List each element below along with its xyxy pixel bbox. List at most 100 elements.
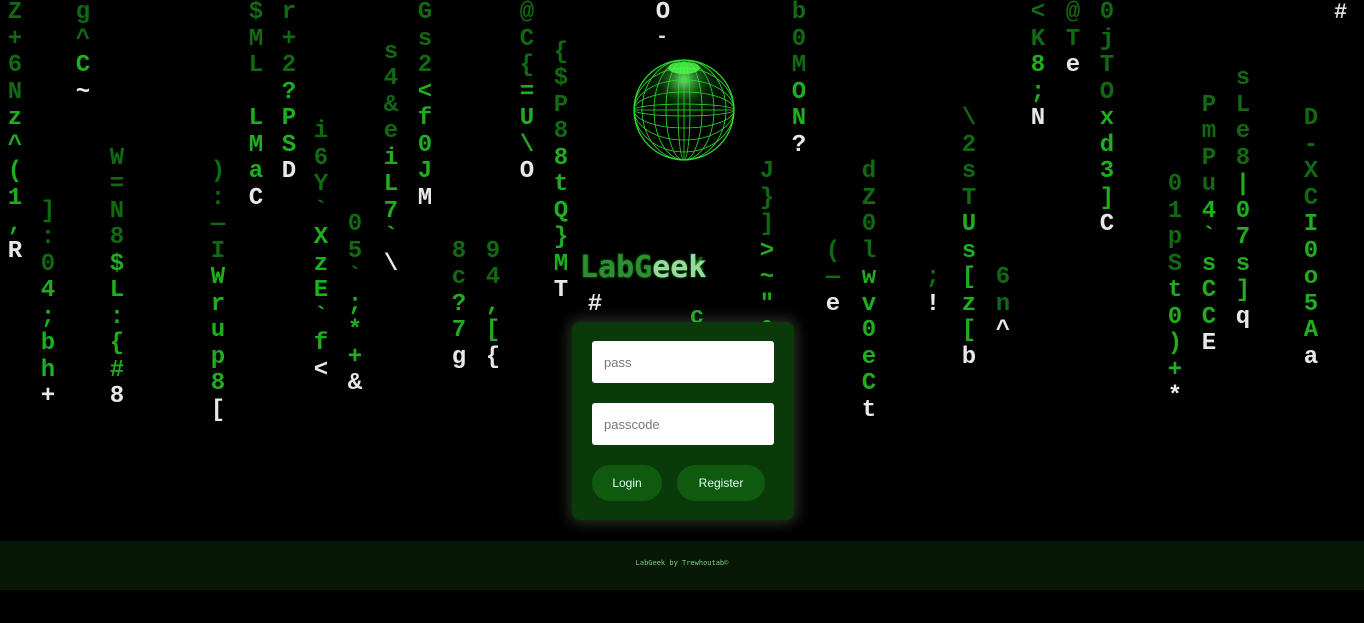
rain-column: g ^ C ~ bbox=[70, 0, 96, 106]
rain-char: { bbox=[519, 52, 535, 79]
rain-char: [ bbox=[961, 317, 977, 344]
rain-char: U bbox=[519, 105, 535, 132]
rain-char: 2 bbox=[417, 52, 433, 79]
pass-input[interactable] bbox=[592, 341, 774, 383]
rain-char: \ bbox=[383, 250, 399, 278]
rain-char: ^ bbox=[75, 25, 91, 53]
rain-char: L bbox=[1235, 91, 1251, 119]
rain-char: f bbox=[313, 330, 329, 358]
rain-char: — bbox=[210, 211, 226, 238]
rain-char: s bbox=[383, 38, 399, 66]
rain-char: I bbox=[1303, 211, 1319, 238]
rain-char: M bbox=[248, 25, 264, 53]
rain-char: L bbox=[248, 105, 264, 132]
rain-char: j bbox=[1099, 25, 1115, 53]
rain-char: ] bbox=[1099, 184, 1115, 212]
top-dash-glyph: - bbox=[656, 26, 669, 49]
rain-char: 6 bbox=[7, 52, 23, 79]
rain-char: P bbox=[1201, 91, 1217, 119]
rain-char: E bbox=[313, 277, 329, 305]
rain-char: ] bbox=[1235, 277, 1251, 305]
rain-char: ~ bbox=[75, 78, 91, 106]
rain-char: ? bbox=[281, 78, 297, 106]
rain-column: 0 j T Ox d 3] C bbox=[1094, 0, 1120, 239]
register-button[interactable]: Register bbox=[677, 465, 765, 501]
rain-char: ? bbox=[791, 131, 807, 159]
rain-char: \ bbox=[519, 131, 535, 159]
rain-char: 8 bbox=[451, 237, 467, 265]
rain-char: ; bbox=[347, 290, 363, 318]
rain-char: 0 bbox=[1099, 0, 1115, 26]
rain-char: C bbox=[248, 184, 264, 212]
rain-char: t bbox=[861, 396, 877, 424]
rain-char: g bbox=[75, 0, 91, 26]
rain-char: L bbox=[109, 277, 125, 305]
rain-char: e bbox=[861, 343, 877, 371]
rain-column: Pm Pu 4 ` s C C E bbox=[1196, 91, 1222, 358]
rain-column: i 6 Y ` Xz E ` f < bbox=[308, 119, 334, 384]
rain-char: < bbox=[417, 78, 433, 106]
rain-char: + bbox=[347, 343, 363, 371]
rain-char: U bbox=[961, 211, 977, 238]
rain-char: d bbox=[1099, 131, 1115, 159]
rain-char: ; bbox=[40, 303, 56, 331]
rain-char: 7 bbox=[451, 317, 467, 344]
rain-char: b bbox=[961, 343, 977, 371]
passcode-input[interactable] bbox=[592, 403, 774, 445]
rain-column: ;! bbox=[920, 264, 946, 318]
rain-char: z bbox=[7, 105, 23, 132]
rain-char: ~ bbox=[759, 264, 775, 291]
rain-char: 4 bbox=[40, 277, 56, 305]
rain-char: 5 bbox=[1303, 290, 1319, 318]
rain-char: 0 bbox=[40, 250, 56, 278]
rain-char: [ bbox=[485, 317, 501, 344]
rain-char: C bbox=[1201, 277, 1217, 305]
rain-char: " bbox=[759, 290, 775, 318]
rain-column: Gs 2 < f 0 J M bbox=[412, 0, 438, 212]
rain-char: { bbox=[553, 38, 569, 66]
rain-char: O bbox=[655, 0, 671, 26]
rain-char: O bbox=[791, 78, 807, 106]
rain-char: a bbox=[1303, 343, 1319, 371]
rain-char: ) bbox=[210, 158, 226, 185]
rain-char: s bbox=[1235, 65, 1251, 93]
rain-char: N bbox=[7, 78, 23, 106]
rain-char: 1 bbox=[7, 184, 23, 212]
rain-char: @ bbox=[1065, 0, 1081, 26]
rain-char: A bbox=[1303, 317, 1319, 344]
rain-char: 8 bbox=[109, 224, 125, 252]
corner-glyph: # bbox=[1334, 0, 1348, 25]
rain-char: Y bbox=[313, 171, 329, 199]
rain-char: C bbox=[1201, 303, 1217, 331]
rain-char: P bbox=[1201, 144, 1217, 172]
rain-char: K bbox=[1030, 25, 1046, 53]
rain-char: C bbox=[1303, 184, 1319, 212]
rain-column: @ Te bbox=[1060, 0, 1086, 80]
rain-char: > bbox=[759, 237, 775, 265]
rain-char: * bbox=[347, 317, 363, 344]
login-button[interactable]: Login bbox=[592, 465, 662, 501]
rain-char: ^ bbox=[995, 317, 1011, 344]
rain-char: T bbox=[553, 277, 569, 305]
rain-char: P bbox=[281, 105, 297, 132]
rain-char: T bbox=[1065, 25, 1081, 53]
brand-title: LabGeek bbox=[580, 250, 706, 285]
rain-char: 0 bbox=[1167, 171, 1183, 199]
rain-char: O bbox=[1099, 78, 1115, 106]
rain-char: $ bbox=[553, 65, 569, 93]
rain-char: J bbox=[417, 158, 433, 185]
rain-char: 0 bbox=[1235, 197, 1251, 225]
rain-char: X bbox=[1303, 158, 1319, 185]
rain-char bbox=[243, 80, 269, 107]
rain-column: s 4 & e i L 7 ` \ bbox=[378, 38, 404, 279]
rain-char: P bbox=[553, 91, 569, 119]
rain-char: : bbox=[210, 184, 226, 212]
rain-char: D bbox=[281, 158, 297, 185]
rain-char: s bbox=[961, 158, 977, 185]
rain-char: 7 bbox=[383, 197, 399, 225]
rain-char: J bbox=[759, 158, 775, 185]
rain-char: c bbox=[451, 264, 467, 291]
rain-column: 0 1 p St 0) + * bbox=[1162, 172, 1188, 411]
rain-column: ): — I Wr u p 8[ bbox=[205, 158, 231, 424]
rain-char: d bbox=[861, 158, 877, 185]
